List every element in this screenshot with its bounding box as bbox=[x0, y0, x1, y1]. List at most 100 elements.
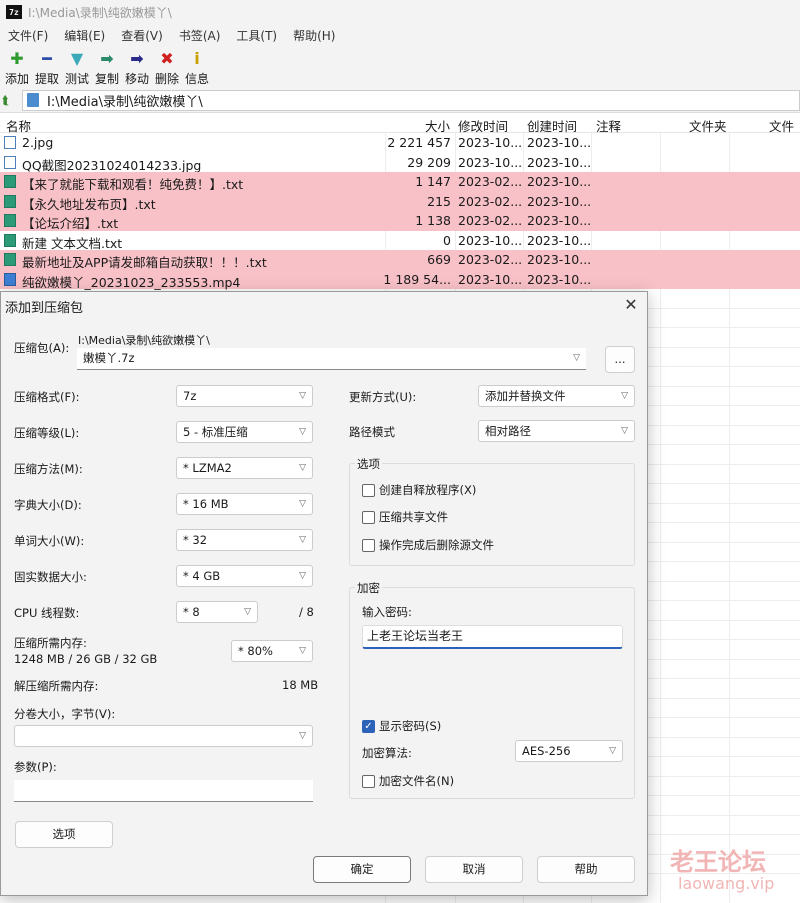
password-input[interactable]: 上老王论坛当老王 bbox=[362, 625, 623, 649]
file-modified: 2023-10... bbox=[458, 154, 523, 170]
menu-item[interactable]: 工具(T) bbox=[228, 27, 285, 44]
file-row[interactable]: 【永久地址发布页】.txt 215 2023-02... 2023-10... bbox=[0, 191, 800, 212]
file-type-icon bbox=[4, 272, 16, 286]
show-password-checkbox[interactable]: ✓ 显示密码(S) bbox=[362, 718, 441, 734]
file-row[interactable]: 纯欲嫩模丫_20231023_233553.mp4 1 189 54... 2023… bbox=[0, 269, 800, 290]
file-name: 【永久地址发布页】.txt bbox=[22, 196, 156, 212]
chevron-down-icon: ▽ bbox=[299, 391, 306, 401]
file-size: 1 147 bbox=[415, 174, 451, 189]
split-select[interactable]: ▽ bbox=[14, 725, 313, 747]
file-size: 29 209 bbox=[407, 154, 451, 170]
file-name: 新建 文本文档.txt bbox=[22, 235, 123, 251]
mem-percent-select[interactable]: * 80% ▽ bbox=[231, 640, 313, 662]
file-modified: 2023-02... bbox=[458, 252, 523, 267]
params-input[interactable] bbox=[14, 780, 313, 802]
ok-button[interactable]: 确定 bbox=[313, 856, 411, 883]
method-label: 压缩方法(M): bbox=[14, 462, 83, 476]
file-created: 2023-10... bbox=[527, 135, 592, 150]
file-name: 最新地址及APP请发邮箱自动获取！！！.txt bbox=[22, 255, 267, 270]
file-created: 2023-10... bbox=[527, 271, 592, 287]
method-select[interactable]: * LZMA2 ▽ bbox=[176, 457, 313, 479]
7zip-app-icon: 7z bbox=[6, 5, 22, 19]
file-type-icon bbox=[4, 155, 16, 169]
file-type-icon bbox=[4, 214, 16, 227]
file-row[interactable]: 【论坛介绍】.txt 1 138 2023-02... 2023-10... bbox=[0, 211, 800, 231]
word-select[interactable]: * 32 ▽ bbox=[176, 529, 313, 551]
encrypt-names-label: 加密文件名(N) bbox=[379, 774, 455, 788]
archive-name-combo[interactable]: 嫩模丫.7z ▽ bbox=[77, 348, 586, 370]
dict-label: 字典大小(D): bbox=[14, 498, 82, 512]
file-modified: 2023-10... bbox=[458, 232, 523, 248]
sfx-checkbox[interactable]: 创建自释放程序(X) bbox=[362, 482, 476, 498]
up-folder-icon[interactable]: ⮬ bbox=[2, 93, 18, 108]
params-label: 参数(P): bbox=[14, 760, 57, 774]
chevron-down-icon: ▽ bbox=[621, 391, 628, 401]
file-size: 215 bbox=[427, 193, 451, 209]
update-select[interactable]: 添加并替换文件 ▽ bbox=[478, 385, 635, 407]
menu-item[interactable]: 书签(A) bbox=[171, 27, 229, 44]
encrypt-names-checkbox[interactable]: 加密文件名(N) bbox=[362, 773, 454, 789]
dict-value: * 16 MB bbox=[183, 497, 229, 511]
file-type-icon bbox=[4, 253, 16, 266]
dict-select[interactable]: * 16 MB ▽ bbox=[176, 493, 313, 515]
help-button[interactable]: 帮助 bbox=[537, 856, 635, 883]
menu-item[interactable]: 帮助(H) bbox=[285, 27, 343, 44]
format-label: 压缩格式(F): bbox=[14, 390, 80, 404]
file-row[interactable]: 2.jpg 2 221 457 2023-10... 2023-10... bbox=[0, 133, 800, 153]
file-size: 1 189 54... bbox=[383, 271, 451, 287]
title-bar: 7z I:\Media\录制\纯欲嫩模丫\ bbox=[0, 0, 800, 24]
solid-select[interactable]: * 4 GB ▽ bbox=[176, 565, 313, 587]
watermark-cn: 老王论坛 bbox=[670, 848, 766, 876]
enc-method-select[interactable]: AES-256 ▽ bbox=[515, 740, 623, 762]
toolbar-button[interactable]: ✚ 添加 bbox=[2, 46, 32, 88]
toolbar-label: 提取 bbox=[34, 72, 59, 86]
cancel-button[interactable]: 取消 bbox=[425, 856, 523, 883]
file-row[interactable]: 【来了就能下载和观看！纯免费！】.txt 1 147 2023-02... 2023-… bbox=[0, 172, 800, 192]
delete-source-checkbox[interactable]: 操作完成后删除源文件 bbox=[362, 537, 494, 553]
threads-select[interactable]: * 8 ▽ bbox=[176, 601, 258, 623]
menu-item[interactable]: 文件(F) bbox=[0, 27, 56, 44]
address-field[interactable]: I:\Media\录制\纯欲嫩模丫\ bbox=[22, 89, 800, 111]
sfx-label: 创建自释放程序(X) bbox=[379, 483, 477, 497]
file-modified: 2023-02... bbox=[458, 174, 523, 189]
toolbar-button[interactable]: ━ 提取 bbox=[32, 46, 62, 88]
file-type-icon bbox=[4, 175, 16, 188]
format-select[interactable]: 7z ▽ bbox=[176, 385, 313, 407]
shared-checkbox[interactable]: 压缩共享文件 bbox=[362, 509, 448, 525]
toolbar-button[interactable]: ✖ 删除 bbox=[152, 46, 182, 88]
file-row[interactable]: QQ截图20231024014233.jpg 29 209 2023-10... 20… bbox=[0, 153, 800, 173]
toolbar-button[interactable]: ▼ 测试 bbox=[62, 46, 92, 88]
file-size: 1 138 bbox=[415, 213, 451, 228]
pathmode-select[interactable]: 相对路径 ▽ bbox=[478, 420, 635, 442]
browse-button[interactable]: ... bbox=[605, 346, 635, 373]
archive-label: 压缩包(A): bbox=[14, 341, 70, 355]
chevron-down-icon: ▽ bbox=[244, 607, 251, 617]
mem-decomp-label: 解压缩所需内存: bbox=[14, 679, 99, 693]
folder-icon bbox=[27, 93, 39, 107]
checkbox-box bbox=[362, 774, 375, 788]
file-type-icon bbox=[4, 233, 16, 247]
window-title: I:\Media\录制\纯欲嫩模丫\ bbox=[28, 5, 172, 20]
menu-item[interactable]: 编辑(E) bbox=[56, 27, 113, 44]
chevron-down-icon: ▽ bbox=[621, 426, 628, 436]
enc-method-value: AES-256 bbox=[522, 744, 571, 758]
toolbar-button[interactable]: ➡ 移动 bbox=[122, 46, 152, 88]
threads-label: CPU 线程数: bbox=[14, 606, 80, 620]
options-button[interactable]: 选项 bbox=[15, 821, 113, 848]
file-name: 【来了就能下载和观看！纯免费！】.txt bbox=[22, 177, 244, 192]
add-to-archive-dialog: 添加到压缩包 ✕ 压缩包(A): I:\Media\录制\纯欲嫩模丫\ 嫩模丫.… bbox=[0, 291, 648, 896]
file-name: QQ截图20231024014233.jpg bbox=[22, 157, 202, 173]
checkbox-checked-icon: ✓ bbox=[362, 719, 375, 733]
menu-item[interactable]: 查看(V) bbox=[113, 27, 171, 44]
close-icon[interactable]: ✕ bbox=[621, 295, 641, 315]
file-name: 2.jpg bbox=[22, 135, 54, 150]
watermark-en: laowang.vip bbox=[678, 874, 775, 893]
level-select[interactable]: 5 - 标准压缩 ▽ bbox=[176, 421, 313, 443]
file-row[interactable]: 新建 文本文档.txt 0 2023-10... 2023-10... bbox=[0, 231, 800, 251]
toolbar-button[interactable]: i 信息 bbox=[182, 46, 212, 88]
file-created: 2023-10... bbox=[527, 193, 592, 209]
file-created: 2023-10... bbox=[527, 252, 592, 267]
file-row[interactable]: 最新地址及APP请发邮箱自动获取！！！.txt 669 2023-02... 2023… bbox=[0, 250, 800, 270]
encryption-group-title: 加密 bbox=[355, 580, 382, 596]
toolbar-button[interactable]: ➡ 复制 bbox=[92, 46, 122, 88]
